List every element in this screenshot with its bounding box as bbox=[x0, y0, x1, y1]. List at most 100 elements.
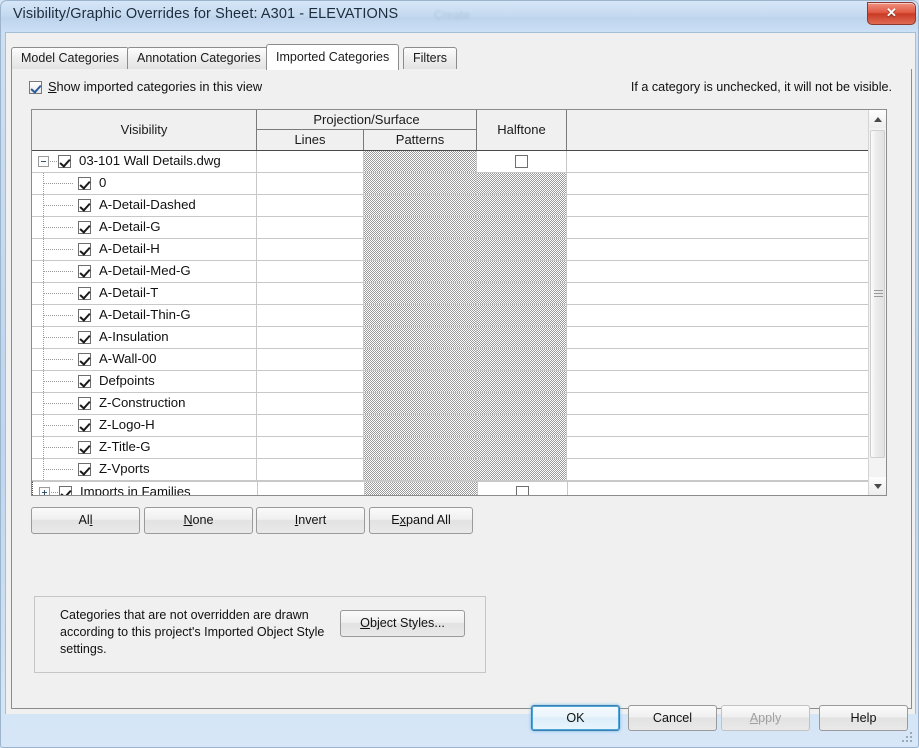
scroll-up-button[interactable] bbox=[869, 110, 886, 128]
cell-visibility[interactable]: Z-Construction bbox=[32, 393, 257, 414]
row-visibility-checkbox[interactable] bbox=[78, 287, 91, 300]
row-visibility-checkbox[interactable] bbox=[58, 155, 71, 168]
collapse-node-icon[interactable] bbox=[38, 156, 49, 167]
resize-grip-icon[interactable] bbox=[901, 731, 913, 743]
column-header-halftone[interactable]: Halftone bbox=[477, 110, 567, 150]
table-row[interactable]: 03-101 Wall Details.dwg bbox=[32, 151, 886, 173]
row-visibility-checkbox[interactable] bbox=[78, 441, 91, 454]
all-button[interactable]: All bbox=[31, 507, 140, 534]
table-row[interactable]: Z-Title-G bbox=[32, 437, 886, 459]
tree-connector-line bbox=[51, 492, 59, 493]
table-row[interactable]: A-Insulation bbox=[32, 327, 886, 349]
row-visibility-checkbox[interactable] bbox=[78, 397, 91, 410]
table-row[interactable]: 0 bbox=[32, 173, 886, 195]
cell-visibility[interactable]: A-Insulation bbox=[32, 327, 257, 348]
cell-projection-patterns bbox=[364, 195, 477, 216]
cell-visibility[interactable]: A-Detail-Med-G bbox=[32, 261, 257, 282]
cell-projection-lines[interactable] bbox=[257, 349, 364, 370]
scrollbar-thumb[interactable] bbox=[870, 130, 885, 458]
object-styles-button[interactable]: Object Styles... bbox=[340, 610, 465, 637]
row-label: A-Detail-Dashed bbox=[99, 197, 196, 212]
row-visibility-checkbox[interactable] bbox=[78, 463, 91, 476]
row-visibility-checkbox[interactable] bbox=[78, 353, 91, 366]
cell-projection-lines[interactable] bbox=[257, 217, 364, 238]
cell-projection-lines[interactable] bbox=[257, 283, 364, 304]
table-row[interactable]: A-Detail-G bbox=[32, 217, 886, 239]
cell-visibility[interactable]: 03-101 Wall Details.dwg bbox=[32, 151, 257, 172]
scroll-down-button[interactable] bbox=[869, 477, 886, 495]
column-header-lines[interactable]: Lines bbox=[257, 130, 364, 150]
cell-visibility[interactable]: Z-Title-G bbox=[32, 437, 257, 458]
halftone-checkbox[interactable] bbox=[516, 486, 529, 495]
cell-projection-lines[interactable] bbox=[257, 371, 364, 392]
tab-annotation-categories[interactable]: Annotation Categories bbox=[127, 47, 271, 69]
none-button[interactable]: None bbox=[144, 507, 253, 534]
cell-visibility[interactable]: A-Detail-H bbox=[32, 239, 257, 260]
table-row[interactable]: Z-Logo-H bbox=[32, 415, 886, 437]
tab-model-categories[interactable]: Model Categories bbox=[11, 47, 129, 69]
table-row[interactable]: A-Detail-Dashed bbox=[32, 195, 886, 217]
column-header-projection-surface[interactable]: Projection/Surface bbox=[257, 110, 477, 130]
cell-projection-lines[interactable] bbox=[257, 305, 364, 326]
row-visibility-checkbox[interactable] bbox=[78, 265, 91, 278]
expand-all-button[interactable]: Expand All bbox=[369, 507, 473, 534]
row-visibility-checkbox[interactable] bbox=[78, 199, 91, 212]
row-visibility-checkbox[interactable] bbox=[78, 177, 91, 190]
row-visibility-checkbox[interactable] bbox=[78, 243, 91, 256]
cell-visibility[interactable]: A-Detail-T bbox=[32, 283, 257, 304]
row-visibility-checkbox[interactable] bbox=[78, 331, 91, 344]
close-button[interactable]: ✕ bbox=[867, 2, 916, 25]
vertical-scrollbar[interactable] bbox=[868, 110, 886, 495]
cell-visibility[interactable]: A-Detail-Thin-G bbox=[32, 305, 257, 326]
table-row[interactable]: Z-Construction bbox=[32, 393, 886, 415]
cell-projection-lines[interactable] bbox=[257, 393, 364, 414]
tab-imported-categories[interactable]: Imported Categories bbox=[266, 44, 400, 70]
table-row[interactable]: A-Wall-00 bbox=[32, 349, 886, 371]
cell-projection-lines[interactable] bbox=[257, 173, 364, 194]
cell-projection-lines[interactable] bbox=[257, 437, 364, 458]
table-row[interactable]: A-Detail-Thin-G bbox=[32, 305, 886, 327]
cell-visibility[interactable]: 0 bbox=[32, 173, 257, 194]
row-visibility-checkbox[interactable] bbox=[78, 221, 91, 234]
expand-node-icon[interactable] bbox=[39, 487, 50, 495]
table-row[interactable]: Defpoints bbox=[32, 371, 886, 393]
table-row[interactable]: Imports in Families bbox=[32, 481, 886, 495]
halftone-checkbox[interactable] bbox=[515, 155, 528, 168]
cell-visibility[interactable]: A-Detail-Dashed bbox=[32, 195, 257, 216]
cell-projection-lines[interactable] bbox=[258, 482, 365, 495]
cell-visibility[interactable]: Z-Logo-H bbox=[32, 415, 257, 436]
table-row[interactable]: A-Detail-Med-G bbox=[32, 261, 886, 283]
row-visibility-checkbox[interactable] bbox=[78, 375, 91, 388]
ok-button[interactable]: OK bbox=[531, 705, 620, 731]
tree-connector-line bbox=[44, 293, 74, 294]
cell-visibility[interactable]: Defpoints bbox=[32, 371, 257, 392]
cancel-button[interactable]: Cancel bbox=[628, 705, 717, 731]
show-imported-categories-row[interactable]: Show imported categories in this view bbox=[29, 79, 262, 97]
tab-filters[interactable]: Filters bbox=[403, 47, 458, 69]
cell-projection-lines[interactable] bbox=[257, 239, 364, 260]
table-row[interactable]: A-Detail-H bbox=[32, 239, 886, 261]
row-visibility-checkbox[interactable] bbox=[78, 309, 91, 322]
cell-projection-lines[interactable] bbox=[257, 261, 364, 282]
table-row[interactable]: A-Detail-T bbox=[32, 283, 886, 305]
cell-projection-lines[interactable] bbox=[257, 195, 364, 216]
row-visibility-checkbox[interactable] bbox=[59, 486, 72, 495]
column-header-patterns[interactable]: Patterns bbox=[364, 130, 477, 150]
row-visibility-checkbox[interactable] bbox=[78, 419, 91, 432]
cell-halftone[interactable] bbox=[478, 482, 568, 495]
show-imported-categories-checkbox[interactable] bbox=[29, 81, 42, 94]
cell-visibility[interactable]: A-Detail-G bbox=[32, 217, 257, 238]
title-bar[interactable]: Visibility/Graphic Overrides for Sheet: … bbox=[1, 1, 918, 32]
cell-visibility[interactable]: Z-Vports bbox=[32, 459, 257, 480]
table-row[interactable]: Z-Vports bbox=[32, 459, 886, 481]
cell-visibility[interactable]: A-Wall-00 bbox=[32, 349, 257, 370]
column-header-visibility[interactable]: Visibility bbox=[32, 110, 257, 150]
cell-projection-lines[interactable] bbox=[257, 459, 364, 480]
cell-projection-lines[interactable] bbox=[257, 327, 364, 348]
cell-halftone[interactable] bbox=[477, 151, 567, 172]
cell-visibility[interactable]: Imports in Families bbox=[33, 482, 258, 495]
help-button[interactable]: Help bbox=[819, 705, 908, 731]
cell-projection-lines[interactable] bbox=[257, 151, 364, 172]
cell-projection-lines[interactable] bbox=[257, 415, 364, 436]
invert-button[interactable]: Invert bbox=[256, 507, 365, 534]
